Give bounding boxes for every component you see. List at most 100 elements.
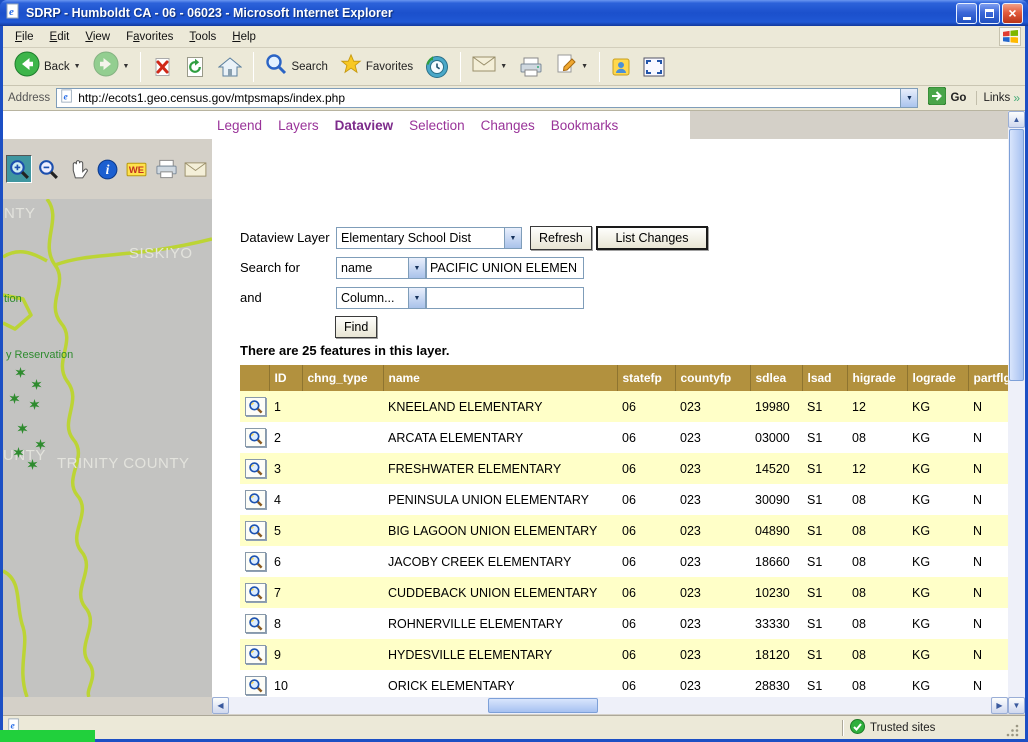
chevrons-icon: »: [1013, 91, 1020, 105]
column-header-lsad: lsad: [802, 365, 847, 391]
scroll-down-button[interactable]: ▼: [1008, 697, 1025, 714]
scroll-left-button[interactable]: ◀: [212, 697, 229, 714]
cell-countyfp: 023: [675, 484, 750, 515]
menu-file[interactable]: File: [7, 28, 42, 46]
svg-text:e: e: [9, 6, 14, 18]
history-button[interactable]: [420, 52, 454, 82]
resize-grip[interactable]: [1006, 724, 1021, 739]
cell-chng-type: [302, 391, 383, 422]
search-field-select[interactable]: name ▼: [336, 257, 426, 279]
cell-countyfp: 023: [675, 515, 750, 546]
reservation-star-icon: [13, 445, 24, 456]
messenger-button[interactable]: [606, 54, 636, 80]
print-button[interactable]: [514, 54, 548, 80]
nav-legend[interactable]: Legend: [217, 118, 262, 133]
zoom-to-feature-button[interactable]: [245, 521, 266, 540]
mail-button[interactable]: ▼: [467, 52, 512, 81]
reservation-star-icon: [35, 437, 46, 448]
map-label: tion: [4, 293, 22, 305]
nav-bookmarks[interactable]: Bookmarks: [551, 118, 619, 133]
print-map-button[interactable]: [153, 155, 179, 183]
refresh-layer-button[interactable]: Refresh: [530, 226, 592, 250]
cell-chng-type: [302, 608, 383, 639]
cell-lograde: KG: [907, 577, 968, 608]
cell-statefp: 06: [617, 546, 675, 577]
cell-partflg: N: [968, 670, 1011, 697]
cell-higrade: 08: [847, 484, 907, 515]
vertical-scrollbar[interactable]: ▲ ▼: [1008, 111, 1025, 714]
cell-higrade: 12: [847, 453, 907, 484]
we-tool-button[interactable]: WE: [124, 155, 150, 183]
map-label: TRINITY COUNTY: [57, 455, 190, 472]
cell-id: 4: [269, 484, 302, 515]
cell-lograde: KG: [907, 453, 968, 484]
nav-changes[interactable]: Changes: [481, 118, 535, 133]
refresh-button[interactable]: [179, 53, 211, 81]
back-button[interactable]: Back ▼: [9, 48, 86, 85]
go-button[interactable]: Go: [924, 86, 970, 111]
reservation-star-icon: [17, 421, 28, 432]
feature-count-text: There are 25 features in this layer.: [240, 343, 450, 358]
email-map-button[interactable]: [183, 155, 209, 183]
menu-view[interactable]: View: [77, 28, 118, 46]
minimize-button[interactable]: [956, 3, 977, 24]
cell-sdlea: 14520: [750, 453, 802, 484]
scroll-up-button[interactable]: ▲: [1008, 111, 1025, 128]
menu-favorites[interactable]: Favorites: [118, 28, 181, 46]
list-changes-button[interactable]: List Changes: [596, 226, 708, 250]
zoom-to-feature-button[interactable]: [245, 397, 266, 416]
info-tool-button[interactable]: i: [94, 155, 120, 183]
edit-button[interactable]: ▼: [550, 50, 593, 83]
horizontal-scrollbar[interactable]: ◀ ▶: [212, 697, 1008, 714]
pan-tool-button[interactable]: [65, 155, 91, 183]
zoom-in-tool-button[interactable]: [6, 155, 32, 183]
scroll-right-button[interactable]: ▶: [991, 697, 1008, 714]
forward-button[interactable]: ▼: [88, 48, 135, 85]
fullscreen-button[interactable]: [638, 54, 670, 80]
chevron-down-icon: ▼: [504, 228, 521, 248]
find-button[interactable]: Find: [335, 316, 377, 338]
favorites-button[interactable]: Favorites: [335, 50, 418, 83]
stop-button[interactable]: [147, 54, 177, 80]
zoom-to-feature-button[interactable]: [245, 490, 266, 509]
maximize-button[interactable]: [979, 3, 1000, 24]
zoom-to-feature-button[interactable]: [245, 583, 266, 602]
zoom-to-feature-button[interactable]: [245, 552, 266, 571]
nav-dataview[interactable]: Dataview: [335, 118, 394, 133]
menu-tools[interactable]: Tools: [181, 28, 224, 46]
cell-lograde: KG: [907, 391, 968, 422]
horizontal-scroll-thumb[interactable]: [488, 698, 598, 713]
search-text-input[interactable]: [426, 257, 584, 279]
table-row: 2 ARCATA ELEMENTARY 06 023 03000 S1 08 K…: [240, 422, 1011, 453]
cell-sdlea: 18120: [750, 639, 802, 670]
zoom-to-feature-button[interactable]: [245, 614, 266, 633]
cell-name: FRESHWATER ELEMENTARY: [383, 453, 617, 484]
horizontal-scroll-track[interactable]: [229, 697, 991, 714]
zoom-to-feature-button[interactable]: [245, 459, 266, 478]
address-dropdown-button[interactable]: ▼: [900, 89, 917, 107]
map-toolbar: i WE: [3, 139, 212, 199]
zoom-to-feature-button[interactable]: [245, 645, 266, 664]
column-text-input[interactable]: [426, 287, 584, 309]
zoom-out-tool-button[interactable]: [35, 155, 61, 183]
cell-statefp: 06: [617, 577, 675, 608]
zoom-to-feature-button[interactable]: [245, 676, 266, 695]
dataview-frame: Dataview Layer Elementary School Dist ▼ …: [212, 139, 1011, 697]
zoom-to-feature-button[interactable]: [245, 428, 266, 447]
close-button[interactable]: ×: [1002, 3, 1023, 24]
links-bar[interactable]: Links »: [976, 91, 1020, 105]
security-zone-pane: Trusted sites: [850, 719, 1000, 737]
map-canvas[interactable]: NTYSISKIYOUNTYTRINITY COUNTYtiony Reserv…: [3, 199, 212, 697]
cell-id: 9: [269, 639, 302, 670]
vertical-scroll-thumb[interactable]: [1009, 129, 1024, 381]
column-select[interactable]: Column... ▼: [336, 287, 426, 309]
address-input[interactable]: [78, 91, 896, 105]
dataview-layer-select[interactable]: Elementary School Dist ▼: [336, 227, 522, 249]
menu-edit[interactable]: Edit: [42, 28, 78, 46]
search-button[interactable]: Search: [260, 50, 332, 83]
nav-selection[interactable]: Selection: [409, 118, 465, 133]
nav-layers[interactable]: Layers: [278, 118, 319, 133]
home-button[interactable]: [213, 53, 247, 81]
menu-help[interactable]: Help: [224, 28, 264, 46]
cell-id: 6: [269, 546, 302, 577]
